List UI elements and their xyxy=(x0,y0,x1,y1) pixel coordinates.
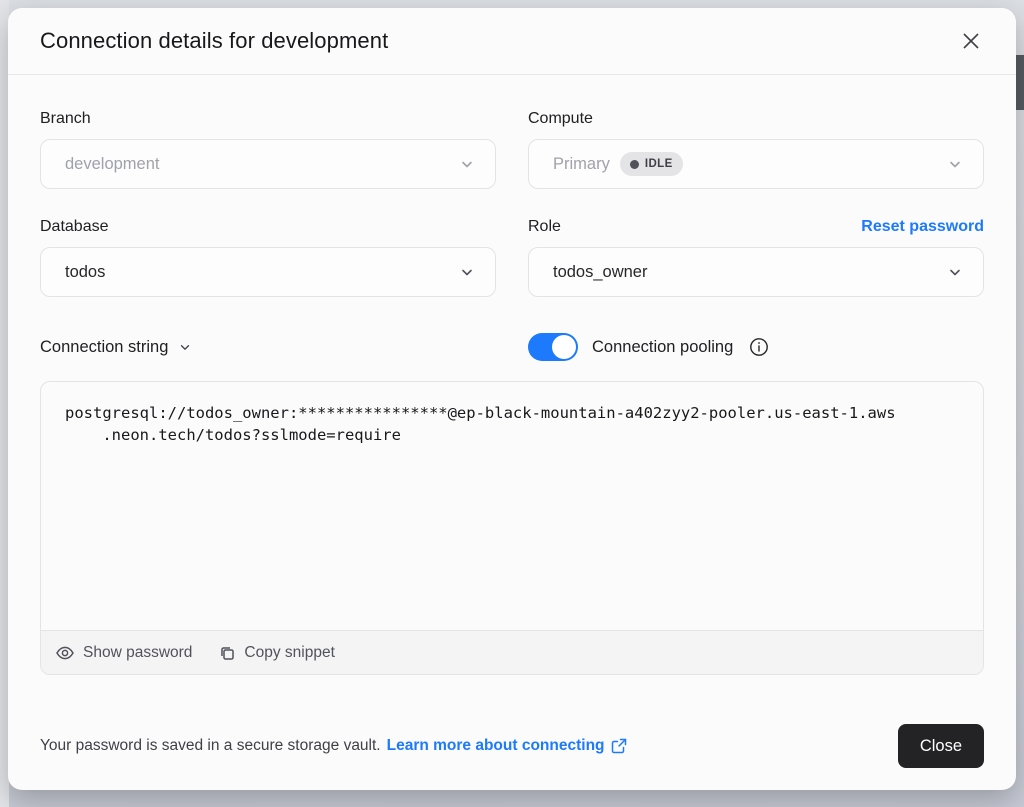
chevron-down-icon xyxy=(459,156,475,172)
compute-status-text: IDLE xyxy=(645,158,673,170)
reset-password-link[interactable]: Reset password xyxy=(861,218,984,236)
password-vault-note: Your password is saved in a secure stora… xyxy=(40,737,627,755)
toggle-knob xyxy=(552,335,576,359)
compute-field: Compute Primary IDLE xyxy=(528,109,984,189)
show-password-button[interactable]: Show password xyxy=(55,643,192,663)
role-field: Role Reset password todos_owner xyxy=(528,217,984,297)
branch-field: Branch development xyxy=(40,109,496,189)
compute-value: Primary xyxy=(553,155,610,174)
backdrop-button-fragment xyxy=(1015,55,1024,110)
database-select[interactable]: todos xyxy=(40,247,496,297)
info-icon[interactable] xyxy=(749,337,769,357)
chevron-down-icon xyxy=(947,264,963,280)
compute-select[interactable]: Primary IDLE xyxy=(528,139,984,189)
connection-pooling-label: Connection pooling xyxy=(592,338,733,357)
connection-pooling-toggle[interactable] xyxy=(528,333,578,361)
modal-footer: Your password is saved in a secure stora… xyxy=(8,724,1016,790)
role-select[interactable]: todos_owner xyxy=(528,247,984,297)
compute-label: Compute xyxy=(528,110,593,128)
learn-more-link[interactable]: Learn more about connecting xyxy=(387,737,627,755)
connection-string-dropdown[interactable]: Connection string xyxy=(40,338,496,357)
connection-string-value[interactable]: postgresql://todos_owner:***************… xyxy=(41,382,983,630)
database-value: todos xyxy=(65,263,459,282)
compute-status-badge: IDLE xyxy=(620,152,683,176)
connection-pooling-row: Connection pooling xyxy=(528,333,984,361)
copy-snippet-button[interactable]: Copy snippet xyxy=(218,644,334,662)
branch-value: development xyxy=(65,155,459,174)
vault-note-text: Your password is saved in a secure stora… xyxy=(40,737,381,755)
learn-more-label: Learn more about connecting xyxy=(387,737,605,755)
connection-details-modal: Connection details for development Branc… xyxy=(8,8,1016,790)
copy-snippet-label: Copy snippet xyxy=(244,644,334,662)
chevron-down-icon xyxy=(459,264,475,280)
connection-string-panel: postgresql://todos_owner:***************… xyxy=(40,381,984,675)
branch-label: Branch xyxy=(40,110,91,128)
role-label: Role xyxy=(528,218,561,236)
external-link-icon xyxy=(611,738,627,754)
copy-icon xyxy=(218,644,236,662)
branch-select[interactable]: development xyxy=(40,139,496,189)
connection-string-label: Connection string xyxy=(40,338,168,357)
show-password-label: Show password xyxy=(83,644,192,662)
database-label: Database xyxy=(40,218,109,236)
modal-body: Branch development Compute Primary xyxy=(8,75,1016,690)
chevron-down-icon xyxy=(178,340,192,354)
modal-title: Connection details for development xyxy=(40,28,388,54)
close-icon[interactable] xyxy=(958,28,984,54)
chevron-down-icon xyxy=(947,156,963,172)
modal-header: Connection details for development xyxy=(8,8,1016,75)
role-value: todos_owner xyxy=(553,263,947,282)
code-panel-toolbar: Show password Copy snippet xyxy=(41,630,983,674)
database-field: Database todos xyxy=(40,217,496,297)
eye-icon xyxy=(55,643,75,663)
status-dot-icon xyxy=(630,160,639,169)
close-button[interactable]: Close xyxy=(898,724,984,768)
